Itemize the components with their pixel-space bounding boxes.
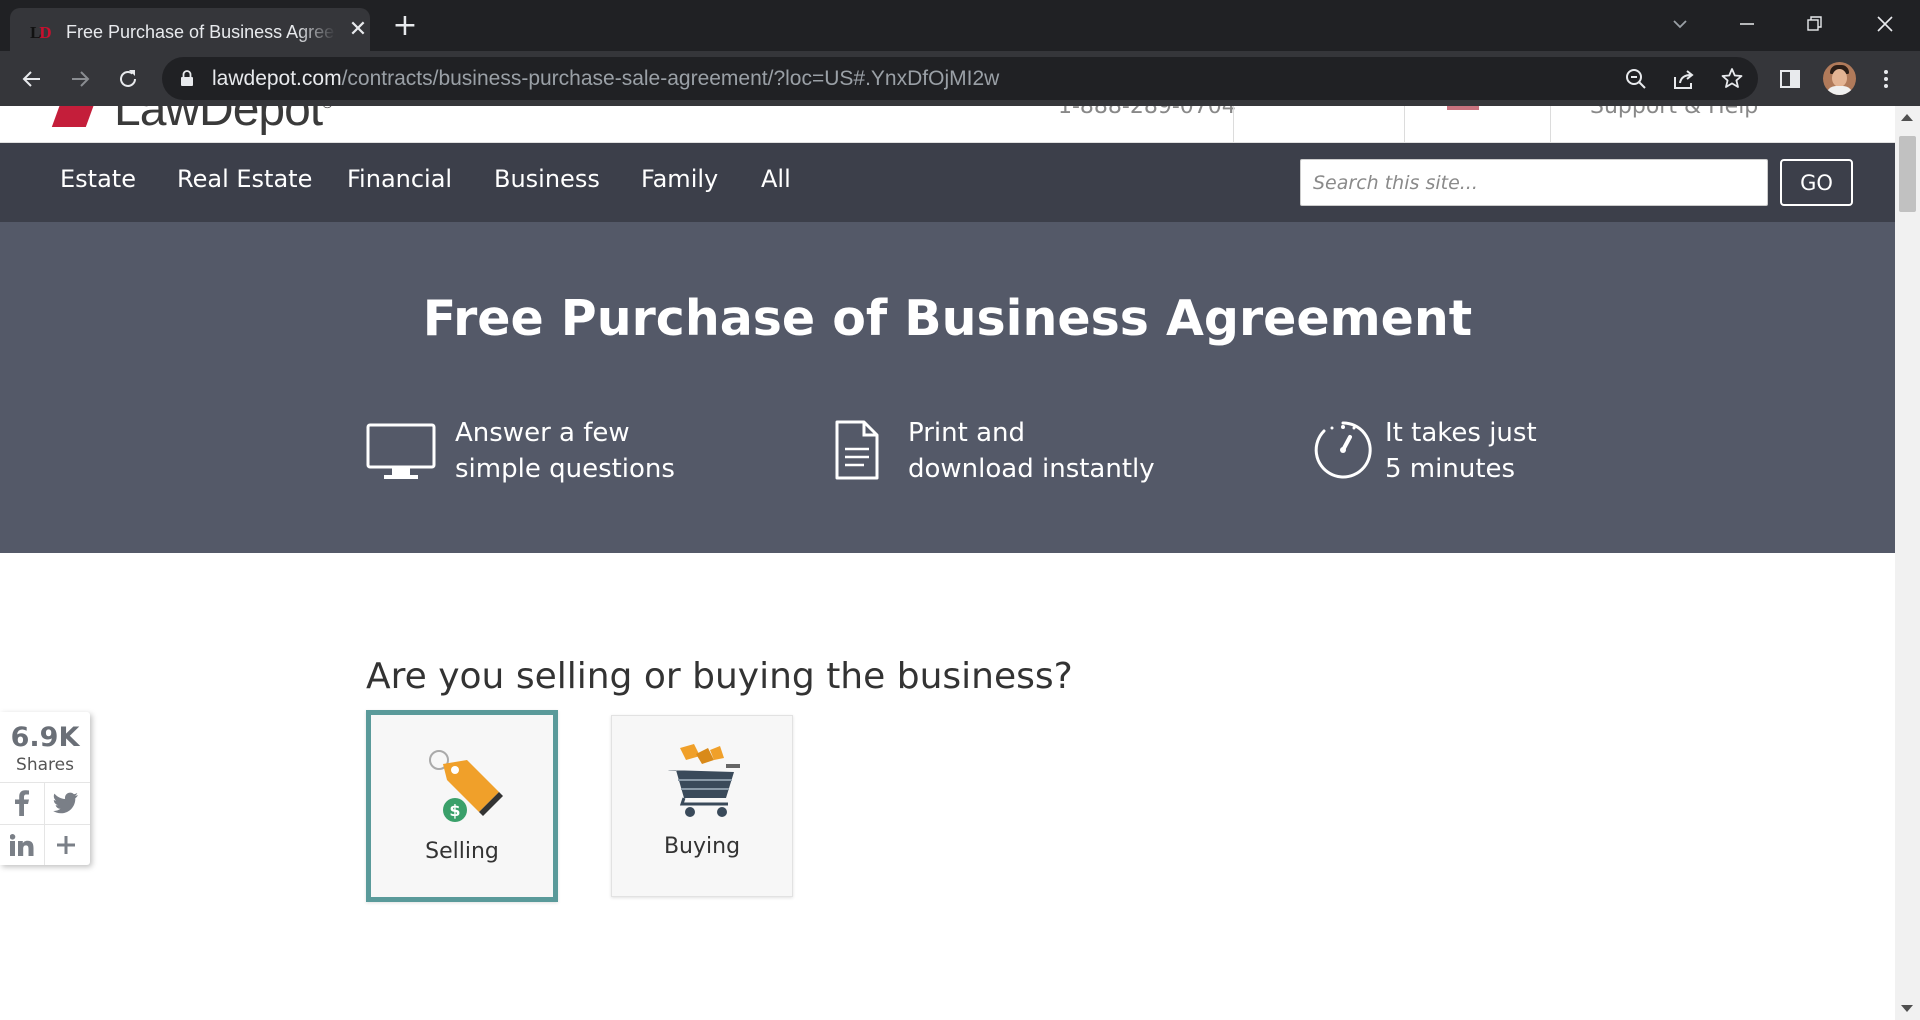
back-icon[interactable] [16, 63, 48, 95]
hero-banner: Free Purchase of Business Agreement Answ… [0, 222, 1895, 553]
forward-icon[interactable] [64, 63, 96, 95]
minimize-icon[interactable] [1727, 8, 1767, 38]
tab-search-icon[interactable] [1660, 8, 1700, 38]
tab-title: Free Purchase of Business Agreement [66, 22, 336, 42]
page-scrollbar[interactable] [1895, 106, 1920, 1020]
lawdepot-logo[interactable]: LawDepot® [51, 106, 333, 137]
share-label: Shares [16, 755, 74, 775]
nav-estate[interactable]: Estate [60, 165, 136, 193]
lawdepot-favicon-icon: LD [30, 23, 52, 42]
facebook-icon[interactable] [2, 783, 42, 823]
site-search-input[interactable] [1300, 159, 1768, 206]
nav-business[interactable]: Business [494, 165, 600, 193]
browser-menu-icon[interactable] [1870, 63, 1902, 95]
feature-text: Print and download instantly [908, 418, 1155, 484]
twitter-icon[interactable] [46, 783, 86, 823]
monitor-icon [366, 415, 436, 487]
url-text: lawdepot.com/contracts/business-purchase… [212, 67, 999, 91]
phone-number-fragment: 1-888-289-0704 [1058, 106, 1236, 119]
feature-text: It takes just 5 minutes [1385, 418, 1537, 484]
option-selling[interactable]: $ Selling [366, 710, 558, 902]
feature-time: It takes just 5 minutes [1312, 415, 1612, 495]
browser-tab-bar: LD Free Purchase of Business Agreement ✕… [0, 0, 1920, 51]
price-tag-icon: $ [427, 748, 507, 832]
address-bar[interactable]: lawdepot.com/contracts/business-purchase… [162, 57, 1758, 100]
document-icon [834, 415, 880, 485]
site-nav-bar: Estate Real Estate Financial Business Fa… [0, 143, 1895, 222]
svg-text:$: $ [449, 801, 460, 820]
browser-toolbar: lawdepot.com/contracts/business-purchase… [0, 51, 1920, 106]
nav-financial[interactable]: Financial [347, 165, 452, 193]
nav-family[interactable]: Family [641, 165, 718, 193]
shopping-cart-icon [666, 742, 742, 824]
new-tab-button[interactable]: + [390, 11, 420, 42]
restore-icon[interactable] [1795, 8, 1835, 38]
url-host: lawdepot.com [212, 67, 342, 90]
zoom-icon[interactable] [1622, 65, 1650, 93]
profile-avatar[interactable] [1823, 62, 1856, 95]
bookmark-star-icon[interactable] [1718, 65, 1746, 93]
lock-icon[interactable] [180, 70, 194, 86]
browser-tab[interactable]: LD Free Purchase of Business Agreement ✕ [10, 8, 370, 51]
page-viewport: LawDepot® 1-888-289-0704 Support & Help … [0, 106, 1895, 1020]
option-label: Buying [663, 834, 741, 859]
search-go-button[interactable]: GO [1780, 159, 1853, 206]
reload-icon[interactable] [112, 63, 144, 95]
feature-print: Print and download instantly [834, 415, 1234, 495]
option-label: Selling [425, 839, 499, 864]
help-link-fragment[interactable]: Support & Help [1590, 106, 1758, 119]
timer-icon [1312, 415, 1374, 485]
url-path: /contracts/business-purchase-sale-agreem… [341, 67, 1000, 90]
feature-text: Answer a few simple questions [455, 418, 675, 484]
feature-questions: Answer a few simple questions [366, 415, 746, 495]
linkedin-icon[interactable] [2, 825, 42, 865]
share-widget: 6.9K Shares [0, 712, 90, 865]
question-heading: Are you selling or buying the business? [366, 656, 1073, 697]
site-header: LawDepot® 1-888-289-0704 Support & Help [0, 106, 1895, 143]
scroll-thumb[interactable] [1899, 136, 1916, 212]
close-window-icon[interactable] [1865, 8, 1905, 38]
share-count: 6.9K [10, 722, 80, 753]
side-panel-icon[interactable] [1774, 63, 1806, 95]
nav-real-estate[interactable]: Real Estate [177, 165, 312, 193]
scroll-up-icon[interactable] [1901, 114, 1913, 121]
nav-all[interactable]: All [761, 165, 791, 193]
scroll-down-icon[interactable] [1901, 1005, 1913, 1012]
tab-close-icon[interactable]: ✕ [346, 18, 370, 42]
page-title: Free Purchase of Business Agreement [422, 290, 1473, 347]
option-buying[interactable]: Buying [611, 715, 793, 897]
country-flag-icon[interactable] [1447, 106, 1479, 110]
plus-icon[interactable] [46, 825, 86, 865]
share-page-icon[interactable] [1670, 65, 1698, 93]
